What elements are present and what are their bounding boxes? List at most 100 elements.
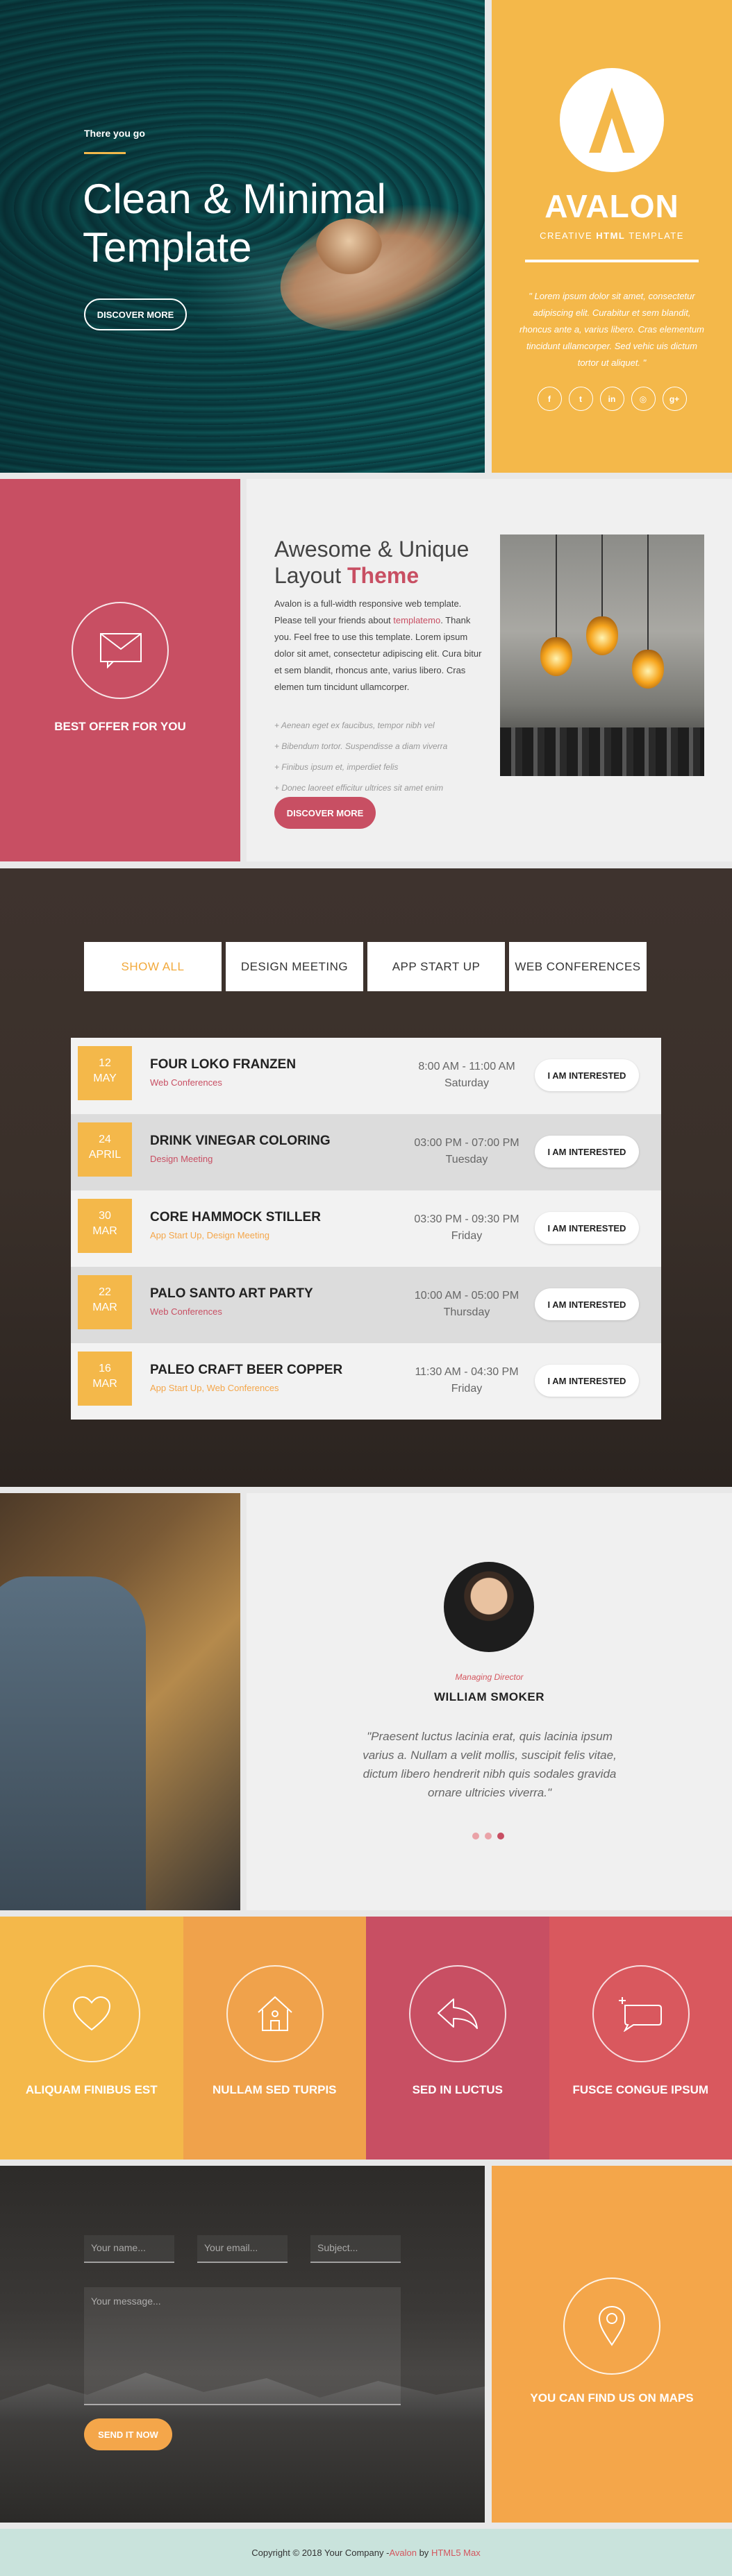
email-field[interactable]: Your email... (197, 2235, 288, 2263)
event-title: FOUR LOKO FRANZEN (150, 1057, 297, 1072)
about-discover-button[interactable]: DISCOVER MORE (274, 797, 376, 829)
event-weekday: Friday (451, 1383, 483, 1395)
event-day: 16 (99, 1363, 111, 1374)
event-row: 16 MAR PALEO CRAFT BEER COPPER App Start … (71, 1343, 661, 1420)
about-feature-list: + Aenean eget ex faucibus, tempor nibh v… (274, 715, 490, 798)
service-icon-ring (409, 1965, 506, 2062)
map-label: YOU CAN FIND US ON MAPS (530, 2391, 694, 2405)
events-section: SHOW ALL DESIGN MEETING APP START UP WEB… (0, 868, 732, 1487)
social-links: f t in ◎ g+ (533, 387, 690, 411)
testimonial-role: Managing Director (455, 1672, 524, 1682)
traveler-photo (0, 1493, 240, 1910)
event-time-range: 03:30 PM - 09:30 PM (414, 1213, 519, 1225)
interested-button[interactable]: I AM INTERESTED (535, 1212, 639, 1244)
lamps-image (500, 534, 704, 776)
event-row: 12 MAY FOUR LOKO FRANZEN Web Conferences … (71, 1038, 661, 1114)
event-category: Web Conferences (150, 1077, 222, 1088)
avalon-link[interactable]: Avalon (389, 2548, 417, 2558)
event-weekday: Friday (451, 1230, 483, 1242)
about-title: Awesome & Unique Layout Theme (274, 536, 469, 589)
carousel-dot[interactable] (485, 1833, 492, 1840)
event-title: DRINK VINEGAR COLORING (150, 1134, 331, 1148)
interested-button[interactable]: I AM INTERESTED (535, 1288, 639, 1320)
html5max-link[interactable]: HTML5 Max (431, 2548, 481, 2558)
reply-arrow-icon (438, 1998, 478, 2029)
event-date: 24 APRIL (78, 1122, 132, 1177)
event-title: PALEO CRAFT BEER COPPER (150, 1363, 343, 1377)
event-month: MAR (92, 1378, 117, 1390)
linkedin-icon[interactable]: in (599, 387, 624, 411)
offer-icon-ring (72, 602, 169, 699)
event-day: 12 (99, 1057, 111, 1069)
facebook-icon[interactable]: f (537, 387, 562, 411)
event-day: 30 (99, 1210, 111, 1222)
google-plus-icon[interactable]: g+ (662, 387, 687, 411)
event-title: CORE HAMMOCK STILLER (150, 1210, 321, 1224)
service-tile: FUSCE CONGUE IPSUM (549, 1917, 732, 2160)
event-time-range: 11:30 AM - 04:30 PM (415, 1366, 519, 1378)
services-section: ALIQUAM FINIBUS EST NULLAM SED TURPIS SE… (0, 1917, 732, 2160)
tab-show-all[interactable]: SHOW ALL (84, 942, 222, 991)
carousel-dots (472, 1833, 504, 1840)
event-filter-tabs: SHOW ALL DESIGN MEETING APP START UP WEB… (84, 942, 647, 991)
event-category: App Start Up, Web Conferences (150, 1383, 279, 1393)
hero-discover-button[interactable]: DISCOVER MORE (84, 298, 187, 330)
event-time: 11:30 AM - 04:30 PM Friday (397, 1364, 536, 1397)
service-label: SED IN LUCTUS (412, 2083, 503, 2096)
event-month: MAY (93, 1072, 117, 1084)
message-field[interactable]: Your message... (84, 2287, 401, 2405)
hero-divider (84, 152, 126, 154)
envelope-icon (100, 633, 142, 668)
service-icon-ring (592, 1965, 690, 2062)
event-time: 10:00 AM - 05:00 PM Thursday (397, 1288, 536, 1321)
hero-title-line2: Template (83, 224, 252, 271)
hero-title-line1: Clean & Minimal (83, 176, 386, 222)
map-pin-icon (598, 2305, 626, 2346)
about-title-highlight: Theme (347, 563, 419, 588)
carousel-dot[interactable] (472, 1833, 479, 1840)
about-body-text-end: . Thank you. Feel free to use this templ… (274, 615, 482, 692)
map-panel: YOU CAN FIND US ON MAPS (492, 2166, 732, 2523)
tab-design-meeting[interactable]: DESIGN MEETING (226, 942, 363, 991)
bottles-shelf (500, 727, 704, 776)
event-weekday: Saturday (444, 1077, 490, 1089)
send-button[interactable]: SEND IT NOW (84, 2418, 172, 2450)
interested-button[interactable]: I AM INTERESTED (535, 1059, 639, 1091)
event-day: 24 (99, 1134, 111, 1145)
about-section: Awesome & Unique Layout Theme Avalon is … (247, 479, 732, 861)
carousel-dot-active[interactable] (497, 1833, 504, 1840)
interested-button[interactable]: I AM INTERESTED (535, 1365, 639, 1397)
avatar (444, 1562, 534, 1652)
interested-button[interactable]: I AM INTERESTED (535, 1136, 639, 1168)
map-icon-ring[interactable] (563, 2278, 660, 2375)
event-weekday: Thursday (443, 1306, 490, 1318)
service-label: FUSCE CONGUE IPSUM (572, 2083, 709, 2096)
list-item: + Aenean eget ex faucibus, tempor nibh v… (274, 721, 435, 730)
service-label: ALIQUAM FINIBUS EST (25, 2083, 158, 2096)
service-tile: NULLAM SED TURPIS (183, 1917, 366, 2160)
service-tile: ALIQUAM FINIBUS EST (0, 1917, 183, 2160)
subject-field[interactable]: Subject... (310, 2235, 401, 2263)
brand-tagline: CREATIVE HTML TEMPLATE (492, 230, 732, 241)
event-date: 30 MAR (78, 1199, 132, 1253)
traveler-figure (0, 1576, 146, 1910)
name-field[interactable]: Your name... (84, 2235, 174, 2263)
event-date: 16 MAR (78, 1352, 132, 1406)
tab-web-conferences[interactable]: WEB CONFERENCES (509, 942, 647, 991)
home-icon (257, 1996, 292, 2031)
twitter-icon[interactable]: t (568, 387, 593, 411)
event-time: 03:00 PM - 07:00 PM Tuesday (397, 1135, 536, 1168)
tab-app-start-up[interactable]: APP START UP (367, 942, 505, 991)
rss-icon[interactable]: ◎ (631, 387, 656, 411)
testimonial-section: Managing Director WILLIAM SMOKER "Praese… (247, 1493, 732, 1910)
logo-a-icon (589, 87, 635, 153)
event-list: 12 MAY FOUR LOKO FRANZEN Web Conferences … (71, 1038, 661, 1420)
event-title: PALO SANTO ART PARTY (150, 1286, 313, 1301)
event-category: Design Meeting (150, 1154, 213, 1164)
contact-section: Your name... Your email... Subject... Yo… (0, 2166, 485, 2523)
offer-panel: BEST OFFER FOR YOU (0, 479, 240, 861)
event-month: MAR (92, 1302, 117, 1313)
about-body: Avalon is a full-width responsive web te… (274, 596, 490, 696)
templatemo-link[interactable]: templatemo (393, 615, 440, 625)
service-label: NULLAM SED TURPIS (213, 2083, 337, 2096)
